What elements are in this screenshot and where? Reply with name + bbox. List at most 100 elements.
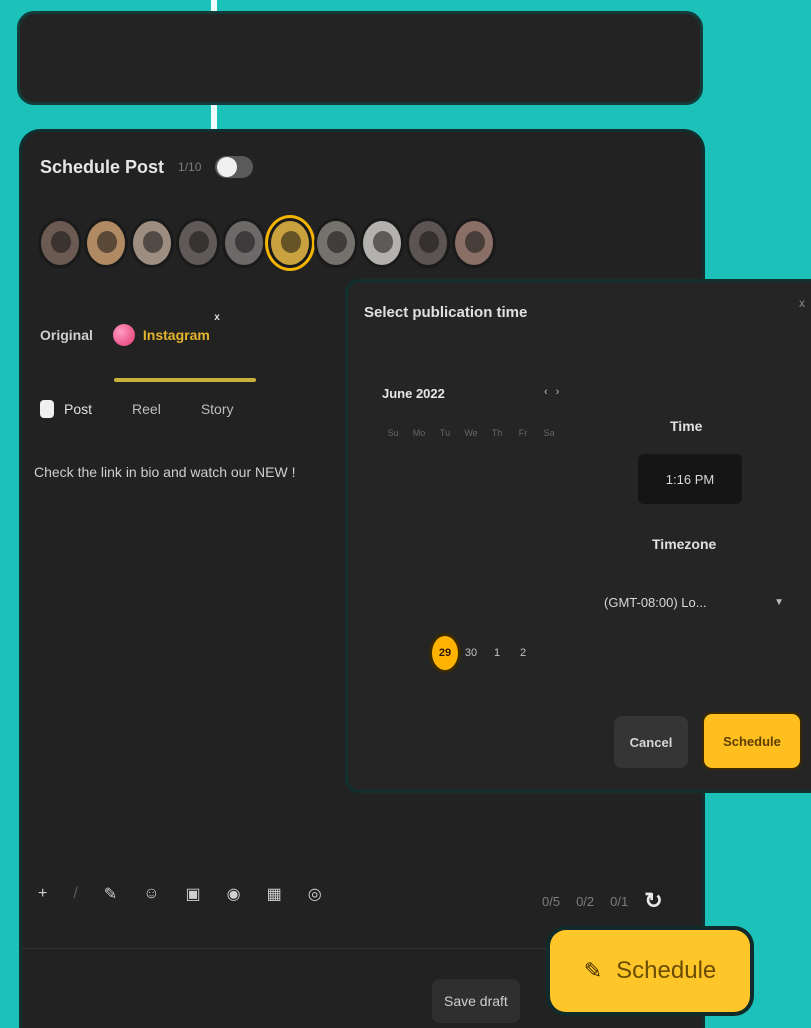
calendar-day-cell: ·	[547, 605, 551, 617]
image-icon[interactable]: ▣	[186, 884, 201, 904]
tab-original[interactable]: Original	[40, 327, 93, 343]
counter-mentions: 0/2	[576, 893, 595, 909]
weekday: Fr	[518, 428, 528, 438]
account-avatar[interactable]	[84, 218, 128, 268]
add-icon[interactable]: +	[38, 885, 47, 903]
calendar-day[interactable]: 1	[484, 632, 510, 674]
weekday: Th	[491, 428, 503, 438]
calendar-day[interactable]: 2	[510, 632, 536, 674]
timezone-select[interactable]: (GMT-08:00) Lo... ▼	[604, 582, 784, 622]
calendar-weekdays: Su Mo Tu We Th Fr Sa	[380, 428, 562, 438]
redo-icon[interactable]: ↻	[644, 888, 662, 914]
calendar-day-cell: ·	[443, 563, 447, 575]
calendar-day-cell: ·	[391, 647, 395, 659]
calendar-day-cell: ·	[469, 521, 473, 533]
calendar-day-cell: ·	[547, 563, 551, 575]
radio-selected-icon	[40, 400, 54, 418]
panel-title: Schedule Post	[40, 156, 165, 177]
calendar-day-cell: ·	[391, 605, 395, 617]
next-month-icon[interactable]: ›	[556, 386, 560, 398]
prev-month-icon[interactable]: ‹	[544, 386, 548, 398]
selected-count: 1/10	[178, 160, 202, 174]
calendar-day-cell: ·	[391, 563, 395, 575]
account-avatar[interactable]	[314, 218, 358, 268]
editor-toolbar: + / ✎ ☺ ▣ ◉ ▦ ◎	[38, 884, 322, 904]
tag-icon[interactable]: ✎	[104, 884, 117, 904]
calendar-day-cell: ·	[391, 479, 395, 491]
calendar-day-cell: ·	[469, 479, 473, 491]
calendar-day-cell: ·	[443, 521, 447, 533]
calendar-day-cell: ·	[417, 521, 421, 533]
schedule-button[interactable]: ✎ Schedule	[550, 930, 750, 1012]
counter-links: 0/1	[610, 893, 629, 909]
publication-time-popup: Select publication time x June 2022 ‹ › …	[348, 282, 811, 790]
calendar-day-cell: ·	[417, 605, 421, 617]
schedule-icon: ✎	[583, 958, 603, 983]
calendar-day-cell: ·	[443, 479, 447, 491]
cancel-button[interactable]: Cancel	[614, 716, 688, 768]
chevron-down-icon: ▼	[774, 596, 784, 608]
schedule-label: Schedule	[616, 957, 717, 984]
close-icon[interactable]: x	[799, 296, 805, 310]
calendar-day-cell: ·	[495, 521, 499, 533]
calendar-day-cell: ·	[495, 563, 499, 575]
type-post-label: Post	[64, 401, 93, 417]
account-avatar[interactable]	[38, 218, 82, 268]
selected-day-number: 29	[432, 636, 458, 670]
calendar-day-cell: ·	[521, 521, 525, 533]
grid-icon[interactable]: ▦	[267, 884, 282, 904]
popup-schedule-button[interactable]: Schedule	[704, 714, 800, 768]
calendar-day-cell: ·	[469, 563, 473, 575]
account-avatar[interactable]	[406, 218, 450, 268]
top-bar	[20, 14, 700, 102]
select-all-toggle[interactable]	[215, 156, 254, 178]
panel-header: Schedule Post 1/10	[40, 156, 254, 178]
time-label: Time	[670, 418, 703, 434]
calendar-day-cell: ·	[391, 521, 395, 533]
calendar-day-cell: ·	[495, 479, 499, 491]
type-reel[interactable]: Reel	[132, 401, 161, 417]
calendar-day-cell: ·	[417, 563, 421, 575]
weekday: Mo	[412, 428, 426, 438]
account-avatar[interactable]	[452, 218, 496, 268]
calendar-day[interactable]: 30	[458, 632, 484, 674]
calendar-day-selected[interactable]: 29	[432, 632, 458, 674]
calendar-nav: ‹ ›	[544, 386, 559, 398]
calendar-day-cell: ·	[443, 605, 447, 617]
timezone-label: Timezone	[652, 536, 717, 552]
gif-icon[interactable]: ◉	[227, 884, 241, 904]
tab-instagram-label: Instagram	[142, 327, 210, 343]
account-avatar[interactable]	[222, 218, 266, 268]
save-draft-button[interactable]: Save draft	[432, 979, 520, 1023]
instagram-icon	[112, 324, 135, 346]
popup-title: Select publication time	[364, 304, 528, 321]
calendar-day-cell: ·	[495, 605, 499, 617]
calendar-day-cell: ·	[469, 605, 473, 617]
calendar-days: · · · · · · · · · · · · · · · · · · · · …	[380, 464, 562, 674]
calendar-day-cell: ·	[417, 647, 421, 659]
preview-icon[interactable]: ◎	[308, 884, 322, 904]
remove-platform-icon[interactable]: x	[214, 312, 220, 323]
calendar-day-cell: ·	[547, 479, 551, 491]
calendar-day-cell: ·	[417, 479, 421, 491]
weekday: We	[464, 428, 478, 438]
calendar-day-cell: ·	[521, 479, 525, 491]
time-input[interactable]: 1:16 PM	[638, 454, 742, 504]
tab-instagram[interactable]: Instagram x	[112, 312, 220, 346]
post-content-text[interactable]: Check the link in bio and watch our NEW …	[34, 464, 295, 480]
account-avatar[interactable]	[268, 218, 312, 268]
account-avatar[interactable]	[130, 218, 174, 268]
toggle-knob	[217, 157, 238, 177]
type-story[interactable]: Story	[201, 401, 234, 417]
type-post[interactable]: Post	[40, 400, 92, 418]
weekday: Tu	[439, 428, 451, 438]
emoji-icon[interactable]: ☺	[143, 885, 159, 903]
account-avatar[interactable]	[360, 218, 404, 268]
limit-counters: 0/5 0/2 0/1 ↻	[542, 888, 663, 914]
active-tab-underline	[114, 378, 256, 382]
timezone-value: (GMT-08:00) Lo...	[604, 594, 707, 610]
counter-hashtags: 0/5	[542, 893, 561, 909]
account-avatar[interactable]	[176, 218, 220, 268]
separator-icon: /	[73, 885, 78, 902]
calendar-day-cell: ·	[521, 605, 525, 617]
